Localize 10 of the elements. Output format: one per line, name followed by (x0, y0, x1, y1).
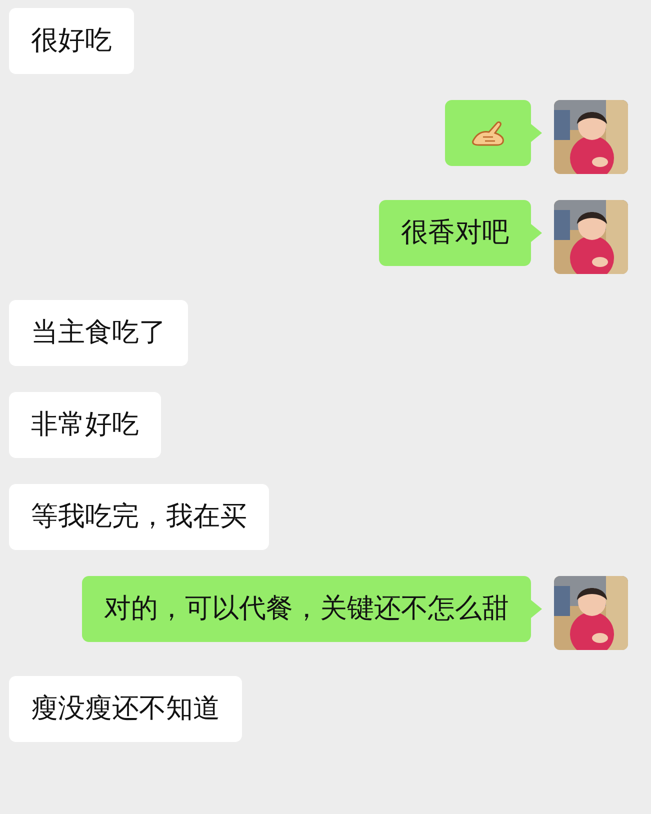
message-bubble: 很香对吧 (379, 200, 531, 266)
message-bubble: 等我吃完，我在买 (9, 484, 269, 550)
message-bubble: 对的，可以代餐，关键还不怎么甜 (82, 576, 531, 642)
bubble-tail (531, 600, 542, 618)
message-bubble: 瘦没瘦还不知道 (9, 676, 242, 742)
message-bubble: 当主食吃了 (9, 300, 188, 366)
message-bubble: 非常好吃 (9, 392, 161, 458)
hand-icon (471, 119, 505, 147)
message-bubble: 很好吃 (9, 8, 134, 74)
bubble-tail (531, 224, 542, 242)
